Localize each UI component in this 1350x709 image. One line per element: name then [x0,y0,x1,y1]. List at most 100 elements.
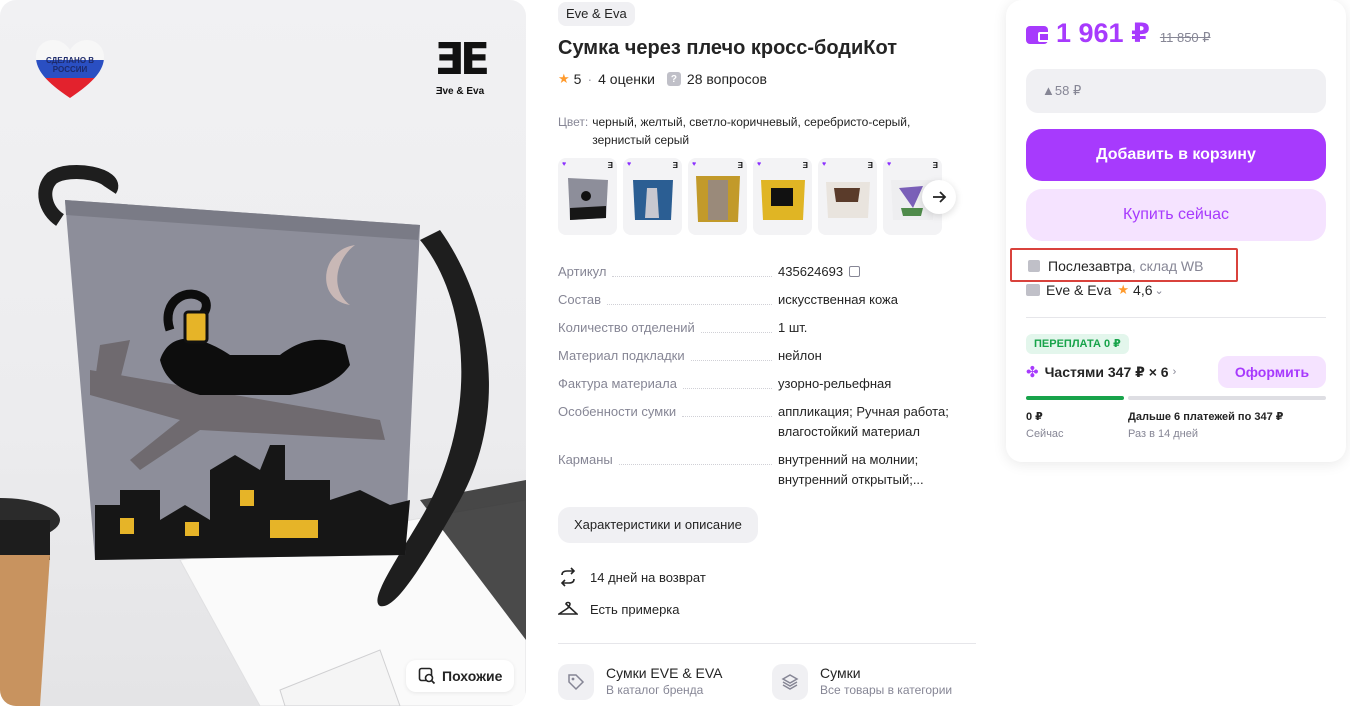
brand-mini-logo-icon: Ǝ [672,161,678,170]
product-main-photo[interactable]: СДЕЛАНО В РОССИИ ƎE Ǝve & Eva Похожие [0,0,526,706]
later-label: Раз в 14 дней [1128,428,1199,440]
thumbnail[interactable]: ♥ Ǝ [753,158,812,235]
heart-icon: ♥ [757,161,762,168]
order-installments-button[interactable]: Оформить [1218,356,1326,388]
brand-mini-logo-icon: Ǝ [867,161,873,170]
installments-text: Частями 347 ₽ × 6 [1044,363,1169,380]
buy-card: 1 961 ₽ 11 850 ₽ ▲58 ₽ Добавить в корзин… [1006,0,1346,462]
thumbnail[interactable]: ♥ Ǝ [818,158,877,235]
spec-row: Материал подкладки нейлон [558,346,976,366]
spec-key: Фактура материала [558,376,677,391]
installments-link[interactable]: ✤ Частями 347 ₽ × 6 › [1026,363,1177,382]
seller-rating: 4,6 [1133,282,1153,298]
product-title: Сумка через плечо кросс-бодиКот [558,37,897,59]
chevron-right-icon: › [1172,366,1177,378]
thumbnail[interactable]: ♥ Ǝ [688,158,747,235]
characteristics-button[interactable]: Характеристики и описание [558,507,758,543]
old-price: 11 850 ₽ [1159,30,1211,45]
spec-value: искусственная кожа [778,292,898,307]
return-arrows-icon [560,567,576,587]
rating-row[interactable]: ★ 5 · 4 оценки 28 вопросов [558,70,767,89]
spec-value: внутренний на молнии; внутренний открыты… [778,452,924,487]
fitting-info: Есть примерка [558,599,680,619]
tag-glyph [568,674,585,691]
separator-dot: · [587,71,593,87]
spec-key: Материал подкладки [558,348,685,363]
similar-button[interactable]: Похожие [406,660,514,692]
copy-icon[interactable] [849,266,861,277]
brand-mini-logo-icon: Ǝ [737,161,743,170]
arrow-right-icon [933,191,947,203]
price-row: 1 961 ₽ 11 850 ₽ [1026,18,1211,49]
seller-row[interactable]: Eve & Eva ★ 4,6 ⌄ [1026,282,1164,298]
rating-value: 5 [573,71,582,87]
now-label: Сейчас [1026,428,1064,440]
brand-catalog-subtitle: В каталог бренда [606,683,704,697]
return-text: 14 дней на возврат [590,569,706,585]
category-link[interactable]: Сумки Все товары в категории [772,664,952,700]
thumbnail[interactable]: ♥ Ǝ [558,158,617,235]
installments-icon: ✤ [1026,364,1039,381]
star-icon: ★ [1117,282,1130,297]
hanger-icon [558,601,578,615]
layers-glyph [781,674,799,690]
tag-icon [558,664,594,700]
divider [1026,317,1326,318]
wallet-icon [1026,26,1050,44]
package-icon [1028,260,1040,272]
spec-key: Количество отделений [558,320,695,335]
spec-row: Особенности сумки аппликация; Ручная раб… [558,402,976,442]
overpay-badge: ПЕРЕПЛАТА 0 ₽ [1026,334,1129,354]
installment-progress-paid [1026,396,1124,400]
divider [558,643,976,644]
image-search-icon [418,667,436,685]
spec-row: Фактура материала узорно-рельефная [558,374,976,394]
brand-mini-logo-icon: Ǝ [932,161,938,170]
color-row: Цвет: черный, желтый, светло-коричневый,… [558,113,958,149]
spec-value: 1 шт. [778,320,808,335]
current-price: 1 961 ₽ [1056,18,1150,48]
spec-value: нейлон [778,348,822,363]
spec-value: аппликация; Ручная работа; влагостойкий … [778,404,949,439]
installment-progress-remaining [1128,396,1326,400]
question-icon [666,71,681,89]
spec-key: Артикул [558,264,607,279]
brand-logo-mark: ƎE [433,34,490,85]
add-to-cart-button[interactable]: Добавить в корзину [1026,129,1326,181]
spec-row: Состав искусственная кожа [558,290,976,310]
category-subtitle: Все товары в категории [820,683,953,697]
seller-name: Eve & Eva [1046,282,1112,298]
heart-icon: ♥ [627,161,632,168]
chevron-down-icon: ⌄ [1154,284,1164,297]
brand-mini-logo-icon: Ǝ [802,161,808,170]
specs-table: Артикул 435624693 Состав искусственная к… [558,262,976,498]
brand-mini-logo-icon: Ǝ [607,161,613,170]
thumbnail[interactable]: ♥ Ǝ [623,158,682,235]
ratings-count[interactable]: 4 оценки [598,70,655,88]
brand-chip[interactable]: Eve & Eva [558,2,635,26]
made-in-russia-badge: СДЕЛАНО В РОССИИ [36,40,104,100]
made-in-russia-text: СДЕЛАНО В РОССИИ [45,56,95,74]
brand-logo: ƎE Ǝve & Eva [428,34,492,98]
buy-now-button[interactable]: Купить сейчас [1026,189,1326,241]
shop-icon [1026,284,1040,296]
bag-illustration [0,165,526,706]
delivery-day: Послезавтра [1048,258,1132,274]
layers-icon [772,664,808,700]
spec-key: Карманы [558,452,613,467]
heart-icon: ♥ [562,161,567,168]
fitting-text: Есть примерка [590,601,680,617]
color-value: черный, желтый, светло-коричневый, сереб… [592,115,911,147]
brand-logo-name: Ǝve & Eva [435,86,485,97]
spec-key: Состав [558,292,602,307]
price-drop-box: ▲58 ₽ [1026,69,1326,113]
return-info: 14 дней на возврат [558,567,706,587]
star-icon: ★ [558,71,570,86]
brand-catalog-title: Сумки EVE & EVA [606,665,723,681]
spec-row: Карманы внутренний на молнии; внутренний… [558,450,976,490]
brand-catalog-link[interactable]: Сумки EVE & EVA В каталог бренда [558,664,723,700]
later-amount: Дальше 6 платежей по 347 ₽ [1128,411,1284,423]
heart-icon: ♥ [822,161,827,168]
questions-count[interactable]: 28 вопросов [687,70,767,88]
thumbnails-next-button[interactable] [922,180,956,214]
